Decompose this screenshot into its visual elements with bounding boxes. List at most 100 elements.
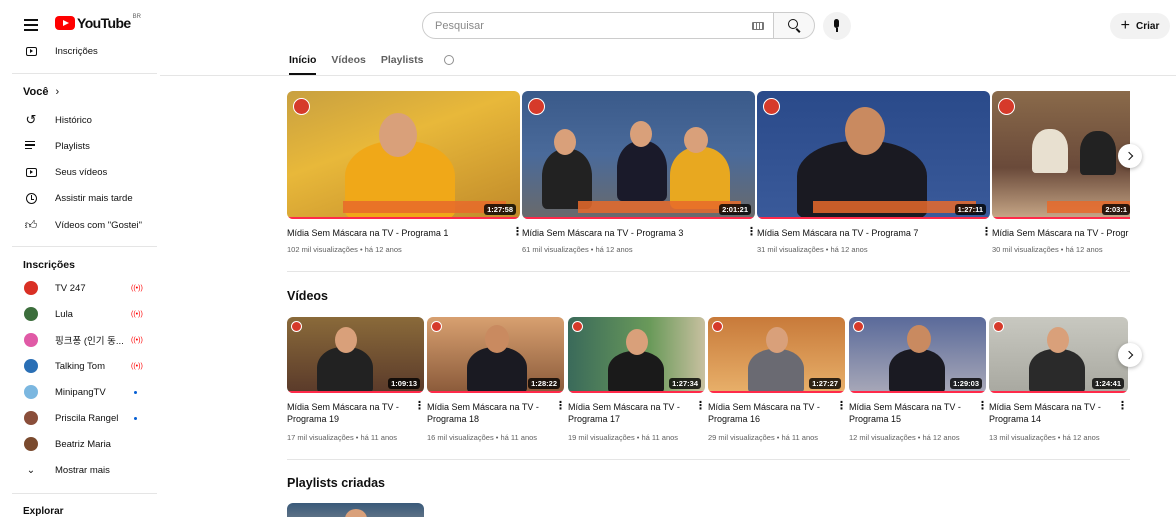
more-vert-icon[interactable]: ⋮: [836, 401, 847, 412]
thumbs-up-icon: 👍︎: [24, 217, 38, 232]
subscription-item[interactable]: Priscila Rangel: [0, 407, 160, 429]
new-content-dot: [134, 417, 137, 420]
duration-badge: 1:29:03: [950, 378, 982, 389]
clock-icon: [24, 191, 38, 205]
thumbnail-figure: [317, 347, 373, 393]
sidebar-item-subscriptions[interactable]: Inscrições: [0, 40, 160, 62]
history-icon: ↺: [25, 112, 37, 127]
thumbnail-figure-head: [485, 325, 509, 353]
sidebar-item-label: Seus vídeos: [55, 166, 108, 178]
subscription-item[interactable]: 핑크퐁 (인기 동... ((•)): [0, 329, 160, 351]
subscription-item[interactable]: Lula ((•)): [0, 303, 160, 325]
channel-name: Lula: [55, 308, 73, 320]
section-divider: [287, 459, 1130, 460]
more-vert-icon[interactable]: ⋮: [977, 401, 988, 412]
subscription-item[interactable]: TV 247 ((•)): [0, 277, 160, 299]
more-vert-icon[interactable]: ⋮: [414, 401, 425, 412]
video-meta: 31 mil visualizações • há 12 anos: [757, 245, 868, 254]
channel-name: Beatriz Maria: [55, 438, 111, 450]
voice-search-button[interactable]: [823, 12, 851, 40]
duration-badge: 2:01:21: [719, 204, 751, 215]
video-thumbnail[interactable]: 1:27:27: [708, 317, 845, 393]
more-vert-icon[interactable]: ⋮: [1117, 401, 1128, 412]
channel-watermark: [993, 321, 1004, 332]
sidebar-item-liked-videos[interactable]: 👍︎ Vídeos com "Gostei": [0, 214, 160, 236]
thumbnail-figure: [542, 149, 592, 209]
sidebar-item-your-videos[interactable]: Seus vídeos: [0, 161, 160, 183]
more-vert-icon[interactable]: ⋮: [746, 227, 757, 238]
live-icon: ((•)): [131, 362, 143, 370]
subscription-item[interactable]: Beatriz Maria: [0, 433, 160, 455]
search-input[interactable]: Pesquisar: [422, 12, 774, 39]
thumbnail-banner: [342, 201, 507, 213]
channel-avatar: [24, 333, 38, 347]
video-title[interactable]: Mídia Sem Máscara na TV - Progr: [992, 227, 1130, 239]
more-vert-icon[interactable]: ⋮: [981, 227, 992, 238]
tab-playlists[interactable]: Playlists: [381, 52, 424, 74]
tab-home[interactable]: Início: [289, 52, 317, 75]
carousel-next-button[interactable]: [1118, 343, 1142, 367]
create-button[interactable]: + Criar: [1110, 13, 1170, 39]
channel-tabs: Início Vídeos Playlists: [289, 52, 455, 75]
you-heading[interactable]: Você ›: [23, 86, 59, 98]
thumbnail-figure: [889, 349, 945, 393]
video-thumbnail[interactable]: 2:03:1: [992, 91, 1130, 219]
keyboard-icon[interactable]: [752, 22, 764, 30]
video-title[interactable]: Mídia Sem Máscara na TV - Programa 14: [989, 401, 1101, 425]
watch-progress: [849, 391, 986, 393]
subscription-item[interactable]: Talking Tom ((•)): [0, 355, 160, 377]
search-button[interactable]: [773, 12, 815, 39]
duration-badge: 1:27:58: [484, 204, 516, 215]
video-thumbnail[interactable]: 1:24:41: [989, 317, 1128, 393]
youtube-logo[interactable]: YouTube BR: [55, 14, 141, 31]
subscriptions-heading: Inscrições: [23, 259, 75, 271]
sidebar-item-history[interactable]: ↺ Histórico: [0, 109, 160, 131]
video-title[interactable]: Mídia Sem Máscara na TV - Programa 1: [287, 227, 448, 239]
thumbnail-figure: [1080, 131, 1116, 175]
video-title[interactable]: Mídia Sem Máscara na TV - Programa 15: [849, 401, 961, 425]
video-thumbnail[interactable]: 1:28:22: [427, 317, 564, 393]
watch-progress: [522, 217, 755, 219]
thumbnail-figure-head: [335, 327, 357, 353]
section-title-videos[interactable]: Vídeos: [287, 289, 328, 303]
watch-progress: [568, 391, 705, 393]
thumbnail-figure: [608, 351, 664, 393]
menu-icon[interactable]: [24, 19, 38, 31]
sidebar-item-watch-later[interactable]: Assistir mais tarde: [0, 187, 160, 209]
thumbnail-figure-head: [684, 127, 708, 153]
video-title[interactable]: Mídia Sem Máscara na TV - Programa 16: [708, 401, 820, 425]
thumbnail-banner: [577, 201, 742, 213]
sidebar-item-label: Vídeos com "Gostei": [55, 219, 143, 231]
video-title[interactable]: Mídia Sem Máscara na TV - Programa 18: [427, 401, 539, 425]
more-vert-icon[interactable]: ⋮: [695, 401, 706, 412]
channel-watermark: [572, 321, 583, 332]
video-meta: 29 mil visualizações • há 11 anos: [708, 433, 819, 442]
watch-progress: [757, 217, 990, 219]
video-title[interactable]: Mídia Sem Máscara na TV - Programa 19: [287, 401, 399, 425]
video-thumbnail[interactable]: 2:01:21: [522, 91, 755, 219]
video-title[interactable]: Mídia Sem Máscara na TV - Programa 3: [522, 227, 683, 239]
thumbnail-figure: [467, 347, 527, 393]
playlist-thumbnail[interactable]: [287, 503, 424, 517]
tab-videos[interactable]: Vídeos: [331, 52, 365, 74]
thumbnail-figure: [748, 349, 804, 393]
subscription-item[interactable]: MinipangTV: [0, 381, 160, 403]
watch-progress: [992, 217, 1130, 219]
carousel-next-button[interactable]: [1118, 144, 1142, 168]
show-more-button[interactable]: ⌄ Mostrar mais: [0, 459, 160, 481]
video-title[interactable]: Mídia Sem Máscara na TV - Programa 7: [757, 227, 918, 239]
sidebar-item-playlists[interactable]: Playlists: [0, 135, 160, 157]
channel-search-icon[interactable]: [444, 55, 455, 65]
channel-watermark: [998, 98, 1015, 115]
video-thumbnail[interactable]: 1:27:58: [287, 91, 520, 219]
explore-heading: Explorar: [23, 506, 64, 517]
video-thumbnail[interactable]: 1:27:11: [757, 91, 990, 219]
video-thumbnail[interactable]: 1:09:13: [287, 317, 424, 393]
section-title-playlists[interactable]: Playlists criadas: [287, 476, 385, 490]
channel-name: Talking Tom: [55, 360, 105, 372]
thumbnail-figure: [617, 141, 667, 201]
video-thumbnail[interactable]: 1:27:34: [568, 317, 705, 393]
video-thumbnail[interactable]: 1:29:03: [849, 317, 986, 393]
video-title[interactable]: Mídia Sem Máscara na TV - Programa 17: [568, 401, 680, 425]
more-vert-icon[interactable]: ⋮: [555, 401, 566, 412]
